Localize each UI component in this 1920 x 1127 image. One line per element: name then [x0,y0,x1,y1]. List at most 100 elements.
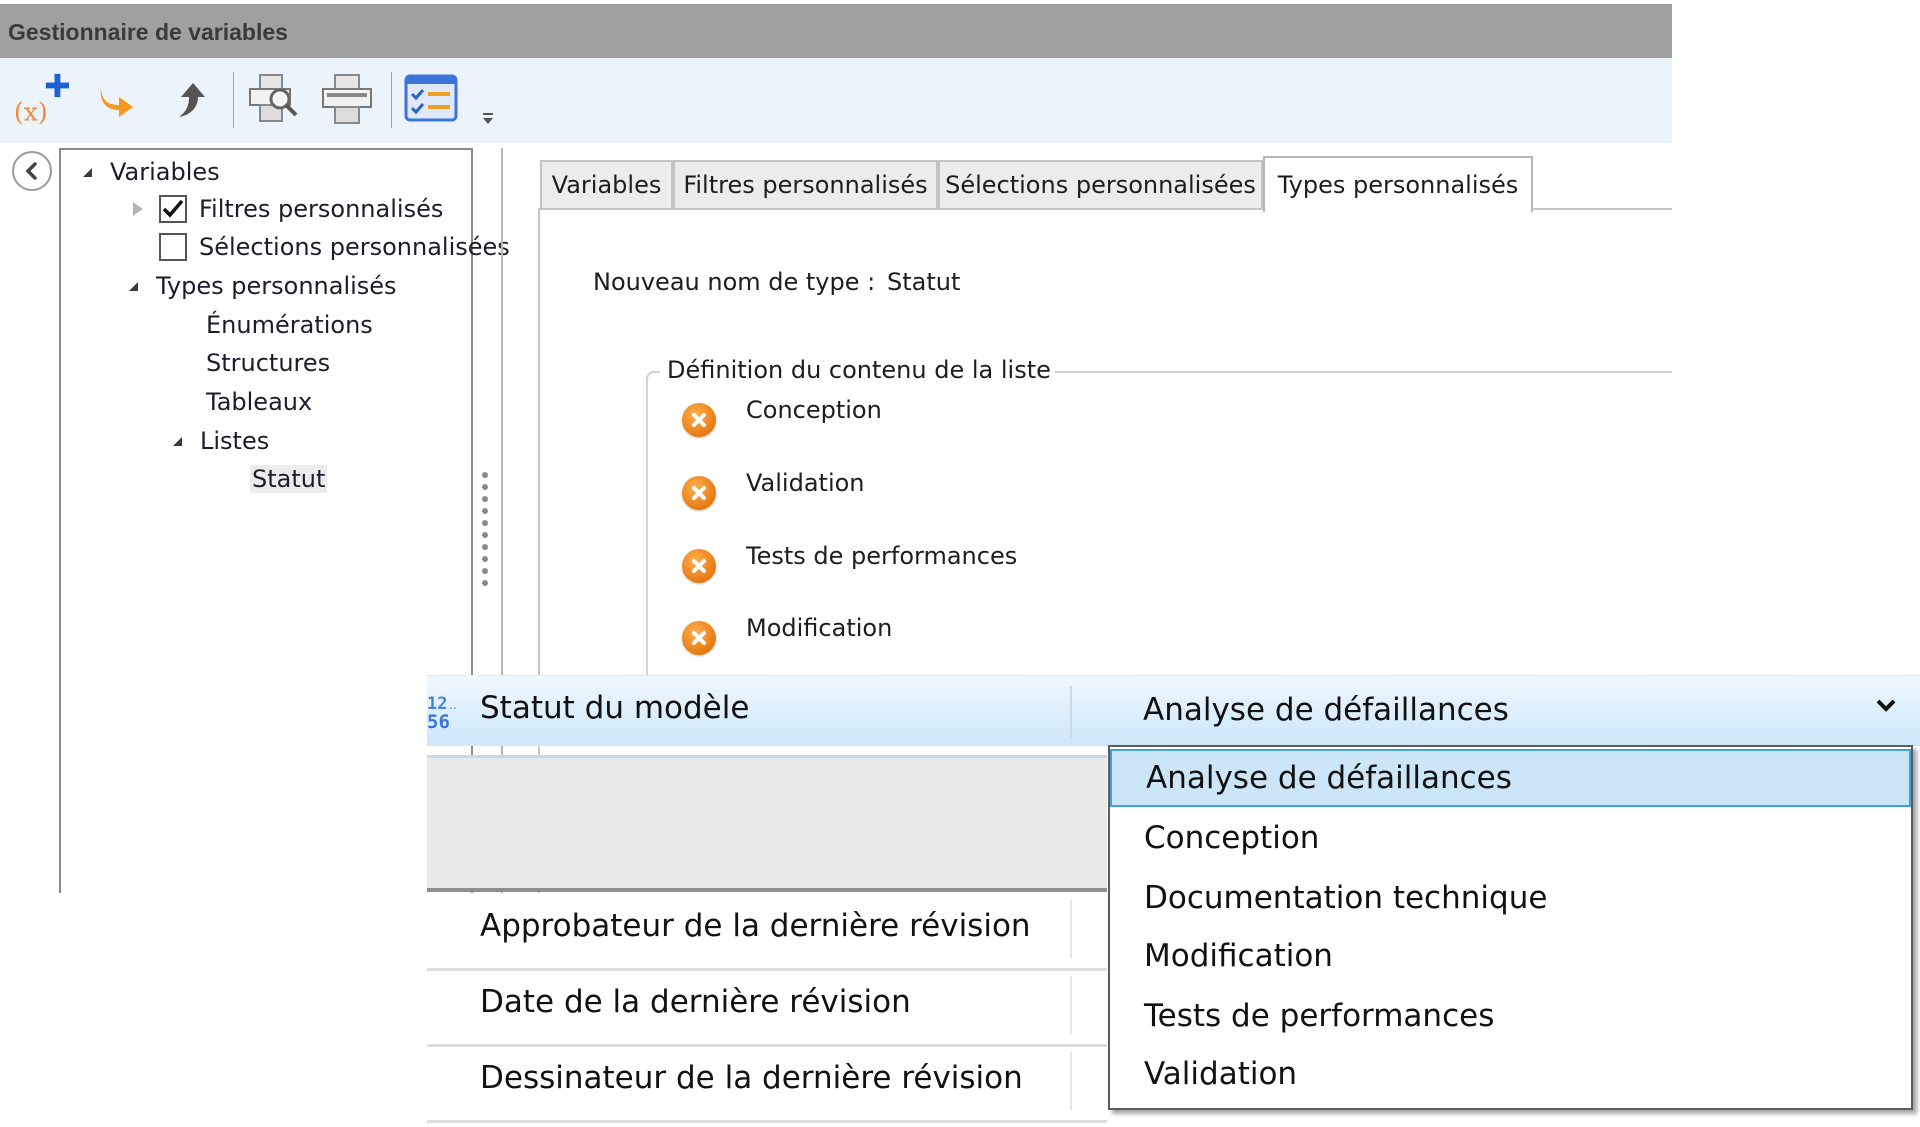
up-arrow-icon [179,83,205,117]
custom-selections-checkbox[interactable] [159,233,187,261]
tree-node-label: Variables [110,158,220,186]
tree-node-label: Listes [200,427,270,455]
checklist-button[interactable] [402,70,460,128]
close-icon [692,559,706,573]
list-definition-title: Définition du contenu de la liste [663,356,1055,384]
collapse-panel-button[interactable] [12,151,52,191]
column-divider [1070,1052,1072,1110]
custom-filters-checkbox[interactable] [159,195,187,223]
expanded-arrow-icon[interactable] [129,281,138,291]
delete-item-button[interactable] [682,403,716,437]
chevron-left-icon [25,162,37,180]
print-preview-button[interactable] [245,70,303,128]
close-icon [692,413,706,427]
list-item: Conception [682,396,882,440]
dropdown-option[interactable]: Validation [1110,1045,1911,1103]
checkmark-icon [162,199,184,218]
toolbar: (x) [0,58,1672,143]
list-item: Validation [682,469,865,513]
property-label: Statut du modèle [480,690,750,726]
tree-node-arrays[interactable]: Tableaux [206,384,312,420]
property-description-area [427,755,1107,892]
close-icon [692,631,706,645]
toolbar-overflow-button[interactable] [468,98,508,138]
column-divider [1070,900,1072,958]
property-row[interactable]: Date de la dernière révision [427,968,1107,1047]
dropdown-option[interactable]: Tests de performances [1110,987,1911,1045]
toolbar-separator [391,72,392,128]
window-title: Gestionnaire de variables [8,19,288,45]
tree-node-custom-filters[interactable]: Filtres personnalisés [133,191,443,227]
close-icon [692,486,706,500]
print-icon [322,74,372,124]
collapsed-arrow-icon[interactable] [133,202,143,216]
groupbox-border [1048,371,1672,373]
overflow-menu-icon [483,113,493,124]
tree-node-lists[interactable]: Listes [173,423,269,459]
expanded-arrow-icon[interactable] [173,436,182,446]
tree-node-label: Statut [250,465,328,493]
dropdown-option[interactable]: Analyse de défaillances [1110,749,1911,807]
delete-item-button[interactable] [682,621,716,655]
tab-custom-selections[interactable]: Sélections personnalisées [938,160,1263,208]
tree-node-structures[interactable]: Structures [206,345,330,381]
chevron-down-icon[interactable] [1875,698,1897,714]
tree-node-status[interactable]: Statut [250,461,328,497]
tree-node-label: Types personnalisés [156,272,397,300]
tree-node-custom-types[interactable]: Types personnalisés [129,268,397,304]
new-type-name-label: Nouveau nom de type : [593,268,876,296]
list-item-label: Validation [746,469,865,497]
add-variable-icon: (x) [14,73,70,126]
new-type-name-value[interactable]: Statut [887,268,960,296]
svg-text:..: .. [449,698,457,712]
print-preview-icon [249,74,298,122]
status-dropdown-list: Analyse de défaillances Conception Docum… [1108,745,1913,1110]
move-up-button[interactable] [162,70,220,128]
toolbar-separator [233,72,234,128]
dropdown-option[interactable]: Conception [1110,809,1911,867]
title-bar: Gestionnaire de variables [0,4,1672,59]
grip-dots-icon [482,472,490,592]
property-row[interactable]: Dessinateur de la dernière révision [427,1044,1107,1123]
svg-text:56: 56 [427,711,450,730]
delete-item-button[interactable] [682,476,716,510]
list-type-icon: 12 .. 56 [427,694,457,730]
column-divider[interactable] [1070,686,1072,738]
redirect-button[interactable] [88,70,146,128]
list-item-label: Tests de performances [746,542,1018,570]
dropdown-option[interactable]: Documentation technique [1110,869,1911,927]
tree-node-label: Énumérations [206,311,373,339]
list-item-label: Conception [746,396,882,424]
property-label: Date de la dernière révision [480,984,911,1020]
list-item: Modification [682,614,892,658]
redirect-arrow-icon [100,87,133,117]
property-row-model-status[interactable]: 12 .. 56 Statut du modèle Analyse de déf… [427,675,1920,746]
tree-node-label: Sélections personnalisées [199,233,510,261]
svg-text:(x): (x) [14,97,48,126]
tab-custom-filters[interactable]: Filtres personnalisés [673,160,938,208]
list-item-label: Modification [746,614,893,642]
dropdown-option[interactable]: Modification [1110,927,1911,985]
tree-node-label: Filtres personnalisés [199,195,444,223]
list-item: Tests de performances [682,542,1017,586]
property-label: Approbateur de la dernière révision [480,908,1031,944]
status-combobox-value[interactable]: Analyse de défaillances [1143,692,1509,728]
tab-custom-types[interactable]: Types personnalisés [1263,156,1533,212]
tree-node-label: Structures [206,349,331,377]
tree-node-enumerations[interactable]: Énumérations [206,307,373,343]
delete-item-button[interactable] [682,549,716,583]
groupbox-border [646,382,648,682]
variable-tree: Variables Filtres personnalisés Sélectio… [59,148,510,893]
groupbox-border [646,371,660,385]
print-button[interactable] [318,70,376,128]
expanded-arrow-icon[interactable] [83,167,92,177]
property-row[interactable]: Approbateur de la dernière révision [427,892,1107,971]
tree-node-variables[interactable]: Variables [83,154,220,190]
tree-node-custom-selections[interactable]: Sélections personnalisées [159,229,510,265]
add-variable-button[interactable]: (x) [12,70,70,128]
tree-node-label: Tableaux [206,388,313,416]
column-divider [1070,976,1072,1034]
property-label: Dessinateur de la dernière révision [480,1060,1023,1096]
tab-variables[interactable]: Variables [540,160,673,208]
tab-strip: Variables Filtres personnalisés Sélectio… [538,156,1672,212]
